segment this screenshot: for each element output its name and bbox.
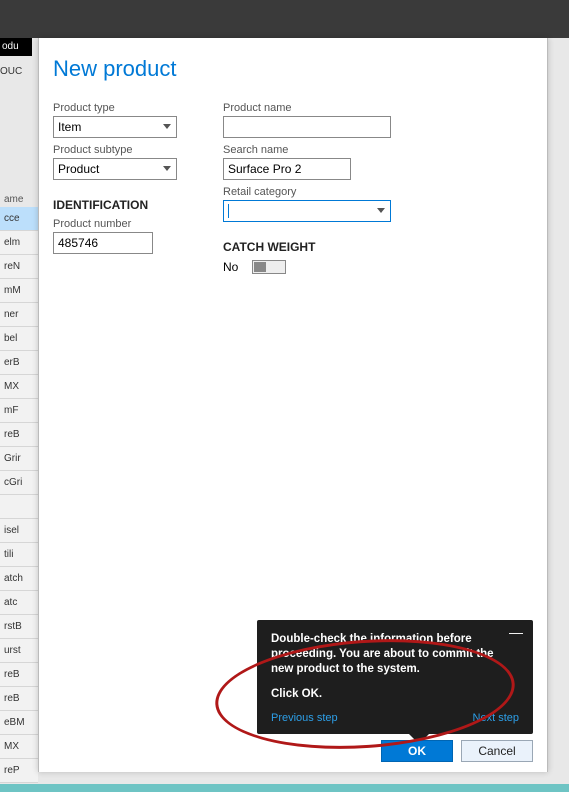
search-name-label: Search name [223,144,403,156]
chevron-down-icon [162,164,172,174]
search-name-field[interactable] [228,162,346,176]
list-item[interactable]: urst [0,639,38,663]
list-item[interactable]: reP [0,759,38,783]
list-item[interactable]: reB [0,423,38,447]
list-item[interactable]: ner [0,303,38,327]
tooltip-body: Double-check the information before proc… [271,632,519,677]
app-topbar [0,0,569,38]
identification-section-header: IDENTIFICATION [53,198,193,212]
previous-step-link[interactable]: Previous step [271,712,338,724]
list-item[interactable]: mM [0,279,38,303]
product-subtype-value: Product [58,162,99,176]
list-item[interactable]: rstB [0,615,38,639]
tooltip-action: Click OK. [271,687,519,702]
guidance-tooltip: — Double-check the information before pr… [257,620,533,734]
product-type-dropdown[interactable]: Item [53,116,177,138]
product-name-field[interactable] [228,120,386,134]
list-item[interactable]: erB [0,351,38,375]
chevron-down-icon [376,206,386,216]
list-item[interactable]: cGri [0,471,38,495]
product-subtype-dropdown[interactable]: Product [53,158,177,180]
retail-category-value [228,204,229,219]
list-item[interactable]: MX [0,375,38,399]
list-item[interactable]: mF [0,399,38,423]
product-number-label: Product number [53,218,193,230]
ouc-label: OUC [0,66,22,77]
ok-button[interactable]: OK [381,740,453,762]
list-item[interactable]: isel [0,519,38,543]
list-item[interactable]: Grir [0,447,38,471]
product-subtype-label: Product subtype [53,144,193,156]
retail-category-label: Retail category [223,186,403,198]
list-item[interactable]: bel [0,327,38,351]
search-name-input[interactable] [223,158,351,180]
list-item[interactable]: eBM [0,711,38,735]
list-item[interactable]: cce [0,207,38,231]
catch-weight-section-header: CATCH WEIGHT [223,240,403,254]
bottom-accent-strip [0,784,569,792]
list-item[interactable]: reN [0,255,38,279]
new-product-dialog: New product Product type Item Product su… [38,38,548,772]
product-type-value: Item [58,120,81,134]
product-tab-fragment: odu [0,38,32,56]
sidebar-fragment: ame cceelmreNmMnerbelerBMXmFreBGrircGrii… [0,192,38,783]
product-name-label: Product name [223,102,403,114]
sidebar-column-header: ame [0,192,38,207]
minimize-icon[interactable]: — [509,628,523,636]
list-item[interactable]: tili [0,543,38,567]
catch-weight-toggle[interactable] [252,260,286,274]
list-item[interactable]: reB [0,663,38,687]
catch-weight-value: No [223,260,238,274]
product-number-input[interactable] [53,232,153,254]
list-item[interactable]: atc [0,591,38,615]
dialog-title: New product [39,38,547,96]
cancel-button[interactable]: Cancel [461,740,533,762]
next-step-link[interactable]: Next step [473,712,519,724]
dialog-button-bar: OK Cancel [381,740,533,762]
product-name-input[interactable] [223,116,391,138]
list-item[interactable]: reB [0,687,38,711]
product-type-label: Product type [53,102,193,114]
list-item[interactable] [0,495,38,519]
list-item[interactable]: MX [0,735,38,759]
chevron-down-icon [162,122,172,132]
product-number-field[interactable] [58,236,148,250]
list-item[interactable]: atch [0,567,38,591]
retail-category-dropdown[interactable] [223,200,391,222]
list-item[interactable]: elm [0,231,38,255]
